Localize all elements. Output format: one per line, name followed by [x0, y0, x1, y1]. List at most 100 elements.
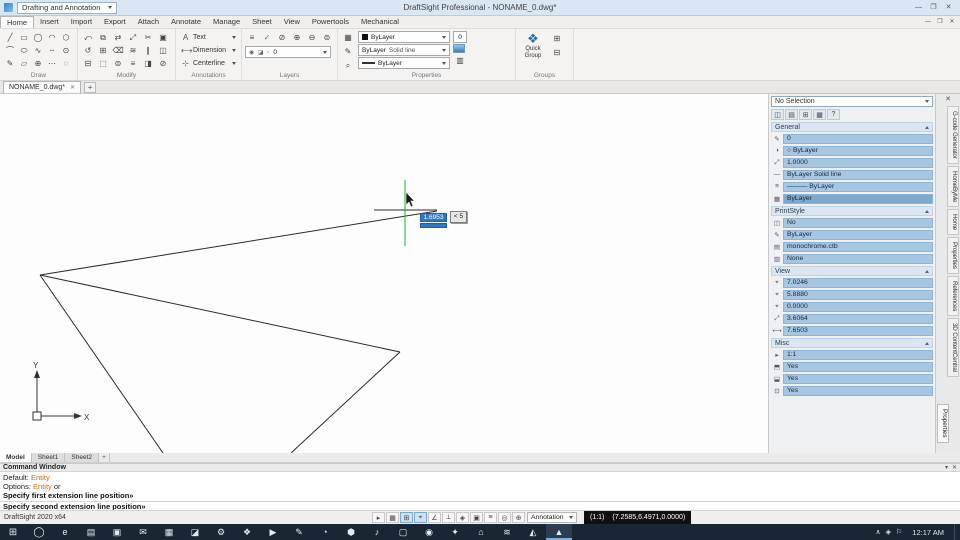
window-control-button[interactable]: —: [911, 1, 926, 15]
group-label-layers[interactable]: Layers: [242, 72, 337, 79]
property-tool-icon[interactable]: ⌕: [341, 59, 355, 72]
layer-dropdown[interactable]: ◉ ◪ ▫ 0: [245, 46, 331, 58]
workspace-dropdown[interactable]: Drafting and Annotation: [17, 1, 118, 14]
property-value-field[interactable]: ——— ByLayer: [783, 181, 933, 192]
taskbar-app-icon[interactable]: e: [52, 524, 78, 540]
modify-tool-icon[interactable]: ≋: [126, 44, 140, 57]
status-toggle-button[interactable]: ⊞: [400, 512, 413, 523]
doc-window-control-button[interactable]: —: [922, 16, 934, 28]
property-value-field[interactable]: Yes: [783, 385, 933, 396]
property-value-field[interactable]: Yes: [783, 373, 933, 384]
properties-palette-tab[interactable]: Properties: [937, 404, 949, 443]
draw-tool-icon[interactable]: ∿: [31, 44, 45, 57]
modify-tool-icon[interactable]: ⌫: [111, 44, 125, 57]
property-value-field[interactable]: 0.0000: [783, 301, 933, 312]
modify-tool-icon[interactable]: ↺: [81, 44, 95, 57]
palette-tool-button[interactable]: ▦: [813, 109, 826, 120]
status-toggle-button[interactable]: ∠: [428, 512, 441, 523]
lineweight-number-field[interactable]: 0: [453, 31, 467, 43]
selection-dropdown[interactable]: No Selection: [771, 96, 933, 107]
taskbar-app-icon[interactable]: ◭: [520, 524, 546, 540]
doc-window-control-button[interactable]: ✕: [946, 16, 958, 28]
taskbar-app-icon[interactable]: ▦: [156, 524, 182, 540]
draw-tool-icon[interactable]: ⊕: [31, 57, 45, 70]
document-tab[interactable]: NONAME_0.dwg* ✕: [3, 81, 82, 93]
property-value-field[interactable]: 5.8880: [783, 289, 933, 300]
command-window-control-icon[interactable]: ✕: [952, 464, 957, 471]
modify-tool-icon[interactable]: ⊞: [96, 44, 110, 57]
property-value-field[interactable]: 3.6064: [783, 313, 933, 324]
layer-tool-icon[interactable]: ⊖: [305, 31, 319, 44]
draw-tool-icon[interactable]: ▱: [17, 57, 31, 70]
property-value-field[interactable]: 7.0246: [783, 277, 933, 288]
linestyle-dropdown[interactable]: ByLayer Solid line: [358, 44, 450, 56]
sheet-tab[interactable]: Model: [0, 453, 32, 462]
quick-group-button[interactable]: ❖ Quick Group: [519, 32, 547, 60]
color-gradient-icon[interactable]: [453, 44, 465, 53]
property-value-field[interactable]: 7.6503: [783, 325, 933, 336]
modify-tool-icon[interactable]: ⬚: [96, 57, 110, 70]
modify-tool-icon[interactable]: ⧉: [96, 31, 110, 44]
draw-tool-icon[interactable]: ⊙: [59, 44, 73, 57]
section-header-printstyle[interactable]: PrintStyle: [771, 206, 933, 216]
property-value-field[interactable]: ByLayer Solid line: [783, 169, 933, 180]
palette-side-tab[interactable]: 3D ContentCentral: [947, 317, 959, 377]
search-icon[interactable]: ◯: [26, 524, 52, 540]
palette-side-tab[interactable]: Properties: [947, 236, 959, 274]
layer-tool-icon[interactable]: ⊘: [275, 31, 289, 44]
close-icon[interactable]: ✕: [945, 95, 951, 103]
modify-tool-icon[interactable]: ≡: [126, 57, 140, 70]
annotation-tool-button[interactable]: ⊹ Centerline: [179, 57, 238, 70]
status-toggle-button[interactable]: ▸: [372, 512, 385, 523]
modify-tool-icon[interactable]: ⊟: [81, 57, 95, 70]
annotation-tool-button[interactable]: A Text: [179, 31, 238, 44]
modify-tool-icon[interactable]: ◨: [141, 57, 155, 70]
modify-tool-icon[interactable]: ⊜: [111, 57, 125, 70]
menu-tab[interactable]: Manage: [207, 16, 246, 28]
clock[interactable]: 12:17 AM: [906, 528, 950, 537]
property-value-field[interactable]: ByLayer: [783, 193, 933, 204]
status-toggle-button[interactable]: ◎: [498, 512, 511, 523]
modify-tool-icon[interactable]: ◫: [156, 44, 170, 57]
modify-tool-icon[interactable]: ⊘: [156, 57, 170, 70]
palette-side-tab[interactable]: References: [947, 275, 959, 316]
draw-tool-icon[interactable]: ◯: [31, 31, 45, 44]
doc-window-control-button[interactable]: ❐: [934, 16, 946, 28]
add-sheet-button[interactable]: +: [99, 453, 110, 462]
property-value-field[interactable]: 1:1: [783, 349, 933, 360]
layer-tool-icon[interactable]: ✓: [260, 31, 274, 44]
sheet-tab[interactable]: Sheet1: [31, 453, 66, 462]
draw-tool-icon[interactable]: ⌒: [3, 44, 17, 57]
modify-tool-icon[interactable]: ⇄: [111, 31, 125, 44]
taskbar-app-icon[interactable]: ▲: [546, 524, 572, 540]
menu-tab[interactable]: Home: [0, 16, 35, 28]
dimension-angle-input[interactable]: < 5: [450, 211, 467, 223]
modify-tool-icon[interactable]: ▣: [156, 31, 170, 44]
draw-tool-icon[interactable]: ⬭: [17, 44, 31, 57]
property-value-field[interactable]: ByLayer: [783, 229, 933, 240]
palette-tool-button[interactable]: ▤: [785, 109, 798, 120]
menu-tab[interactable]: Mechanical: [355, 16, 405, 28]
status-toggle-button[interactable]: ⊕: [512, 512, 525, 523]
modify-tool-icon[interactable]: ⤺: [81, 31, 95, 44]
palette-side-tab[interactable]: G-code Generator: [947, 106, 959, 164]
draw-tool-icon[interactable]: ⋯: [45, 57, 59, 70]
draw-tool-icon[interactable]: ✎: [3, 57, 17, 70]
group-tool-icon[interactable]: ⊞: [550, 32, 564, 45]
menu-tab[interactable]: Attach: [132, 16, 165, 28]
annotation-tool-button[interactable]: ⟷ Dimension: [179, 44, 238, 57]
taskbar-app-icon[interactable]: ⌂: [468, 524, 494, 540]
sheet-tab[interactable]: Sheet2: [65, 453, 99, 462]
taskbar-app-icon[interactable]: ♪: [364, 524, 390, 540]
taskbar-app-icon[interactable]: ≋: [494, 524, 520, 540]
drawing-canvas[interactable]: Y X 1.6953 < 5: [0, 94, 768, 453]
window-control-button[interactable]: ❐: [926, 1, 941, 15]
group-label-properties[interactable]: Properties: [338, 72, 515, 79]
modify-tool-icon[interactable]: ∥: [141, 44, 155, 57]
menu-tab[interactable]: Import: [65, 16, 98, 28]
taskbar-app-icon[interactable]: ▢: [390, 524, 416, 540]
help-button[interactable]: ?: [827, 109, 840, 120]
property-value-field[interactable]: ○ ByLayer: [783, 145, 933, 156]
draw-tool-icon[interactable]: ◠: [45, 31, 59, 44]
layer-tool-icon[interactable]: ⊜: [320, 31, 334, 44]
